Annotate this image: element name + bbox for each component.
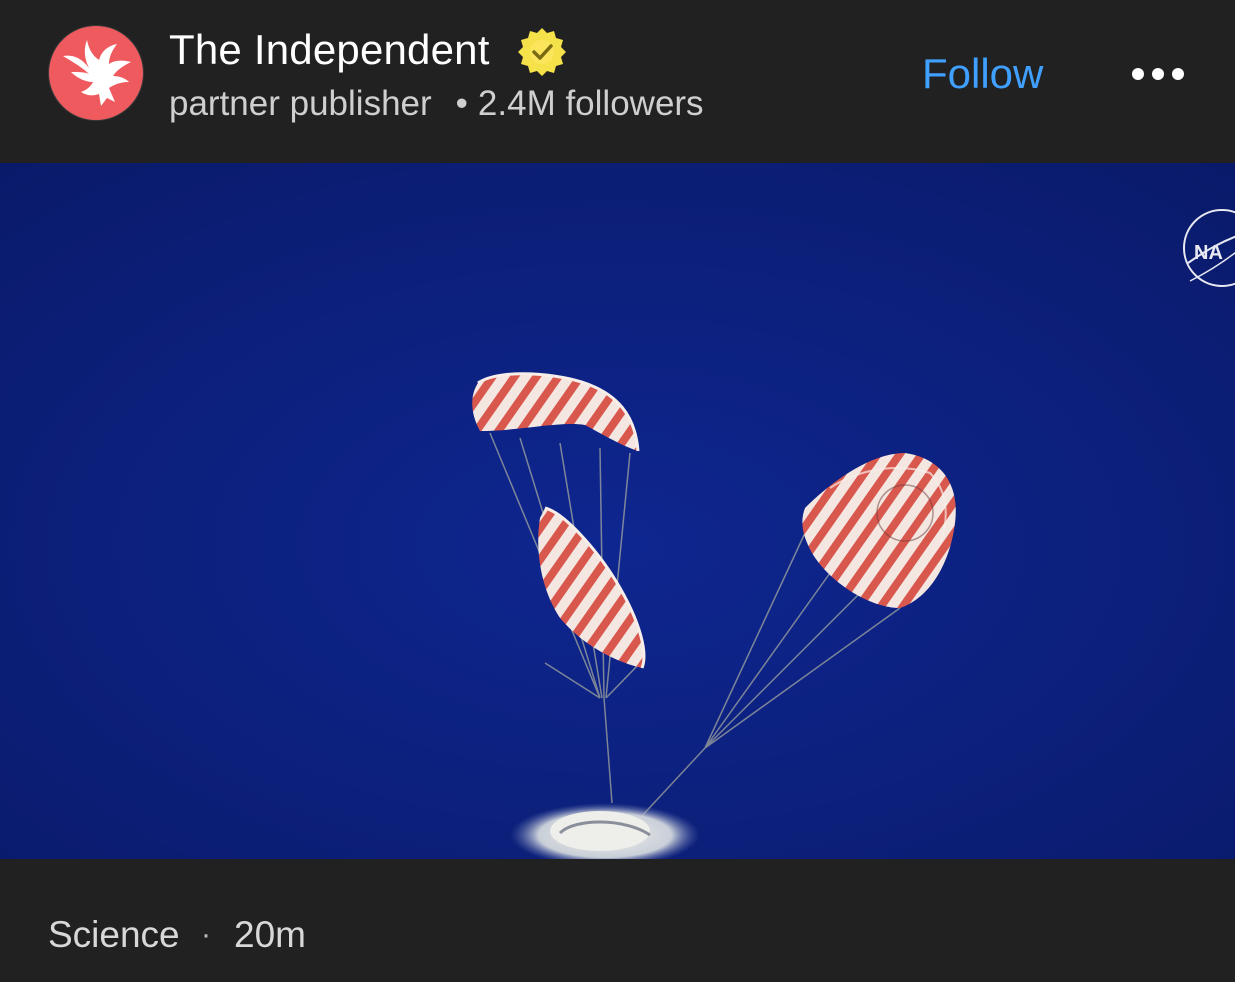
publisher-name[interactable]: The Independent xyxy=(169,24,490,76)
meta-separator: · xyxy=(201,918,211,951)
watermark-text: NA xyxy=(1194,242,1223,264)
post-header: The Independent partner publisher • 2.4M f… xyxy=(0,0,1235,163)
category-label[interactable]: Science xyxy=(48,913,180,957)
separator-dot: • xyxy=(455,84,468,123)
post-time: 20m xyxy=(234,914,306,955)
post-image[interactable]: NA xyxy=(0,163,1235,859)
more-options-icon[interactable] xyxy=(1124,54,1192,94)
follow-button[interactable]: Follow xyxy=(922,48,1043,100)
publisher-avatar[interactable] xyxy=(48,25,144,121)
publisher-subline: partner publisher • 2.4M followers xyxy=(169,82,704,126)
follower-count: 2.4M followers xyxy=(477,84,704,123)
eagle-logo-icon xyxy=(63,40,131,106)
parachute-splashdown-image: NA xyxy=(0,163,1235,859)
post-footer: Science · 20m xyxy=(0,859,1235,982)
verified-badge-icon xyxy=(516,25,568,77)
publisher-type: partner publisher xyxy=(169,84,432,123)
